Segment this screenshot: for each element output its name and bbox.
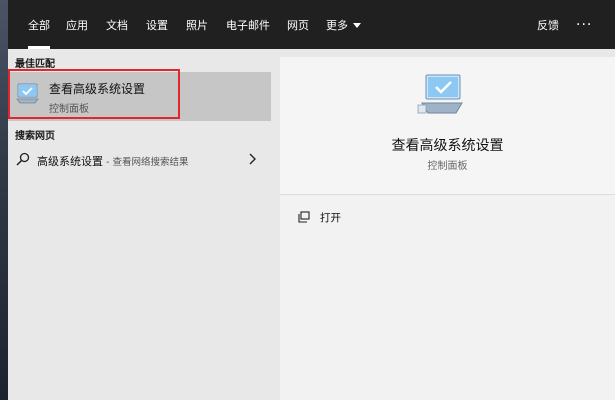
web-search-suffix: - 查看网络搜索结果 (103, 157, 189, 168)
tab-label: 电子邮件 (226, 18, 270, 32)
tab-settings[interactable]: 设置 (146, 0, 168, 49)
monitor-check-icon (16, 83, 39, 104)
preview-header: 查看高级系统设置 控制面板 (280, 57, 615, 195)
tab-label: 设置 (146, 18, 168, 32)
tab-label: 全部 (28, 18, 50, 32)
results-panel: 最佳匹配 查看高级系统设置 控制面板 搜索网页 高级系统设置 - 查看网络搜索结… (8, 49, 271, 400)
preview-subtitle: 控制面板 (427, 161, 468, 172)
open-label: 打开 (320, 211, 341, 224)
search-icon (16, 152, 30, 166)
tab-all[interactable]: 全部 (28, 0, 50, 49)
tab-label: 网页 (287, 18, 309, 32)
web-search-text: 高级系统设置 - 查看网络搜索结果 (37, 153, 188, 169)
monitor-check-icon (417, 74, 463, 114)
best-match-subtitle: 控制面板 (49, 104, 89, 115)
feedback-label: 反馈 (537, 18, 559, 32)
best-match-title: 查看高级系统设置 (49, 82, 146, 96)
preview-title: 查看高级系统设置 (391, 138, 504, 154)
best-match-item[interactable]: 查看高级系统设置 控制面板 (8, 72, 271, 121)
open-window-icon (298, 211, 310, 223)
web-search-header: 搜索网页 (15, 131, 55, 142)
feedback-button[interactable]: 反馈 (537, 0, 559, 49)
open-action[interactable]: 打开 (298, 208, 418, 226)
web-search-query: 高级系统设置 (37, 155, 103, 168)
search-window: 全部 应用 文档 设置 照片 电子邮件 网页 更多 反馈 ··· 最佳匹配 查看… (8, 0, 615, 400)
tab-photos[interactable]: 照片 (186, 0, 208, 49)
tab-label: 应用 (66, 18, 88, 32)
tab-email[interactable]: 电子邮件 (226, 0, 270, 49)
desktop-backdrop (0, 0, 8, 400)
tab-label: 文档 (106, 18, 128, 32)
caret-down-icon (353, 23, 361, 28)
tab-apps[interactable]: 应用 (66, 0, 88, 49)
best-match-header: 最佳匹配 (15, 59, 55, 70)
tab-documents[interactable]: 文档 (106, 0, 128, 49)
ellipsis-icon[interactable]: ··· (576, 0, 592, 49)
tab-more[interactable]: 更多 (326, 0, 361, 49)
chevron-right-icon[interactable] (247, 152, 257, 166)
preview-panel: 查看高级系统设置 控制面板 打开 (280, 57, 615, 400)
search-tab-bar: 全部 应用 文档 设置 照片 电子邮件 网页 更多 反馈 ··· (8, 0, 615, 49)
tab-web[interactable]: 网页 (287, 0, 309, 49)
tab-label: 照片 (186, 18, 208, 32)
tab-label: 更多 (326, 18, 348, 32)
web-search-item[interactable]: 高级系统设置 - 查看网络搜索结果 (8, 148, 271, 172)
